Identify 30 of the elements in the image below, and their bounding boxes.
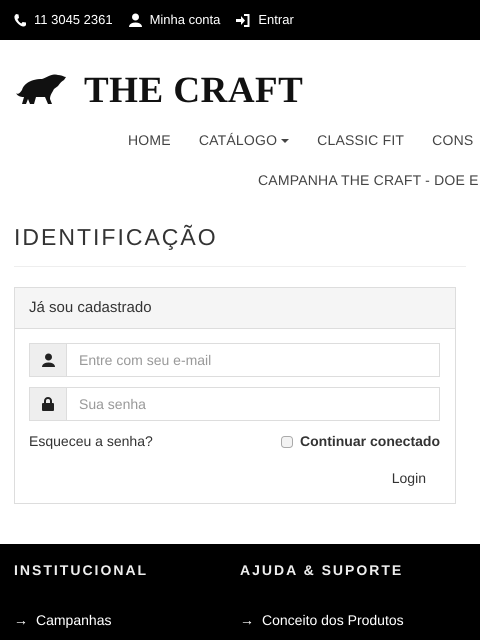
sign-in-icon xyxy=(236,14,250,26)
caret-icon xyxy=(281,138,290,143)
user-icon xyxy=(128,13,142,27)
nav-link[interactable]: CLASSIC FIT xyxy=(303,130,418,150)
nav-link[interactable]: HOME xyxy=(114,130,185,150)
remember-label: Continuar conectado xyxy=(300,432,440,452)
nav-link[interactable]: CONS xyxy=(418,130,474,150)
arrow-icon: → xyxy=(240,610,254,632)
bull-logo-icon xyxy=(14,73,68,107)
account-link[interactable]: Minha conta xyxy=(150,10,220,30)
forgot-password-link[interactable]: Esqueceu a senha? xyxy=(29,431,153,452)
footer-link[interactable]: Campanhas xyxy=(36,610,112,632)
arrow-icon: → xyxy=(14,610,28,632)
login-link[interactable]: Entrar xyxy=(258,10,294,30)
footer-heading: INSTITUCIONAL xyxy=(14,562,150,578)
nav-link[interactable]: CATÁLOGO xyxy=(184,130,304,150)
footer-link[interactable]: Conceito dos Produtos xyxy=(262,610,404,632)
nav-link[interactable]: CAMPANHA THE CRAFT - DOE E xyxy=(244,170,479,190)
password-field[interactable]: Sua senha xyxy=(67,387,440,422)
footer-heading: AJUDA & SUPORTE xyxy=(240,562,404,578)
phone-number: 11 3045 2361 xyxy=(34,11,113,30)
login-button[interactable]: Login xyxy=(380,462,438,496)
lock-icon xyxy=(42,397,54,412)
page-title: IDENTIFICAÇÃO xyxy=(14,224,466,267)
remember-checkbox[interactable] xyxy=(280,436,293,448)
card-title: Já sou cadastrado xyxy=(15,288,455,330)
phone-icon xyxy=(14,14,26,26)
user-icon xyxy=(42,353,54,368)
brand-name: THE CRAFT xyxy=(84,72,304,108)
email-field[interactable]: Entre com seu e-mail xyxy=(67,343,440,378)
